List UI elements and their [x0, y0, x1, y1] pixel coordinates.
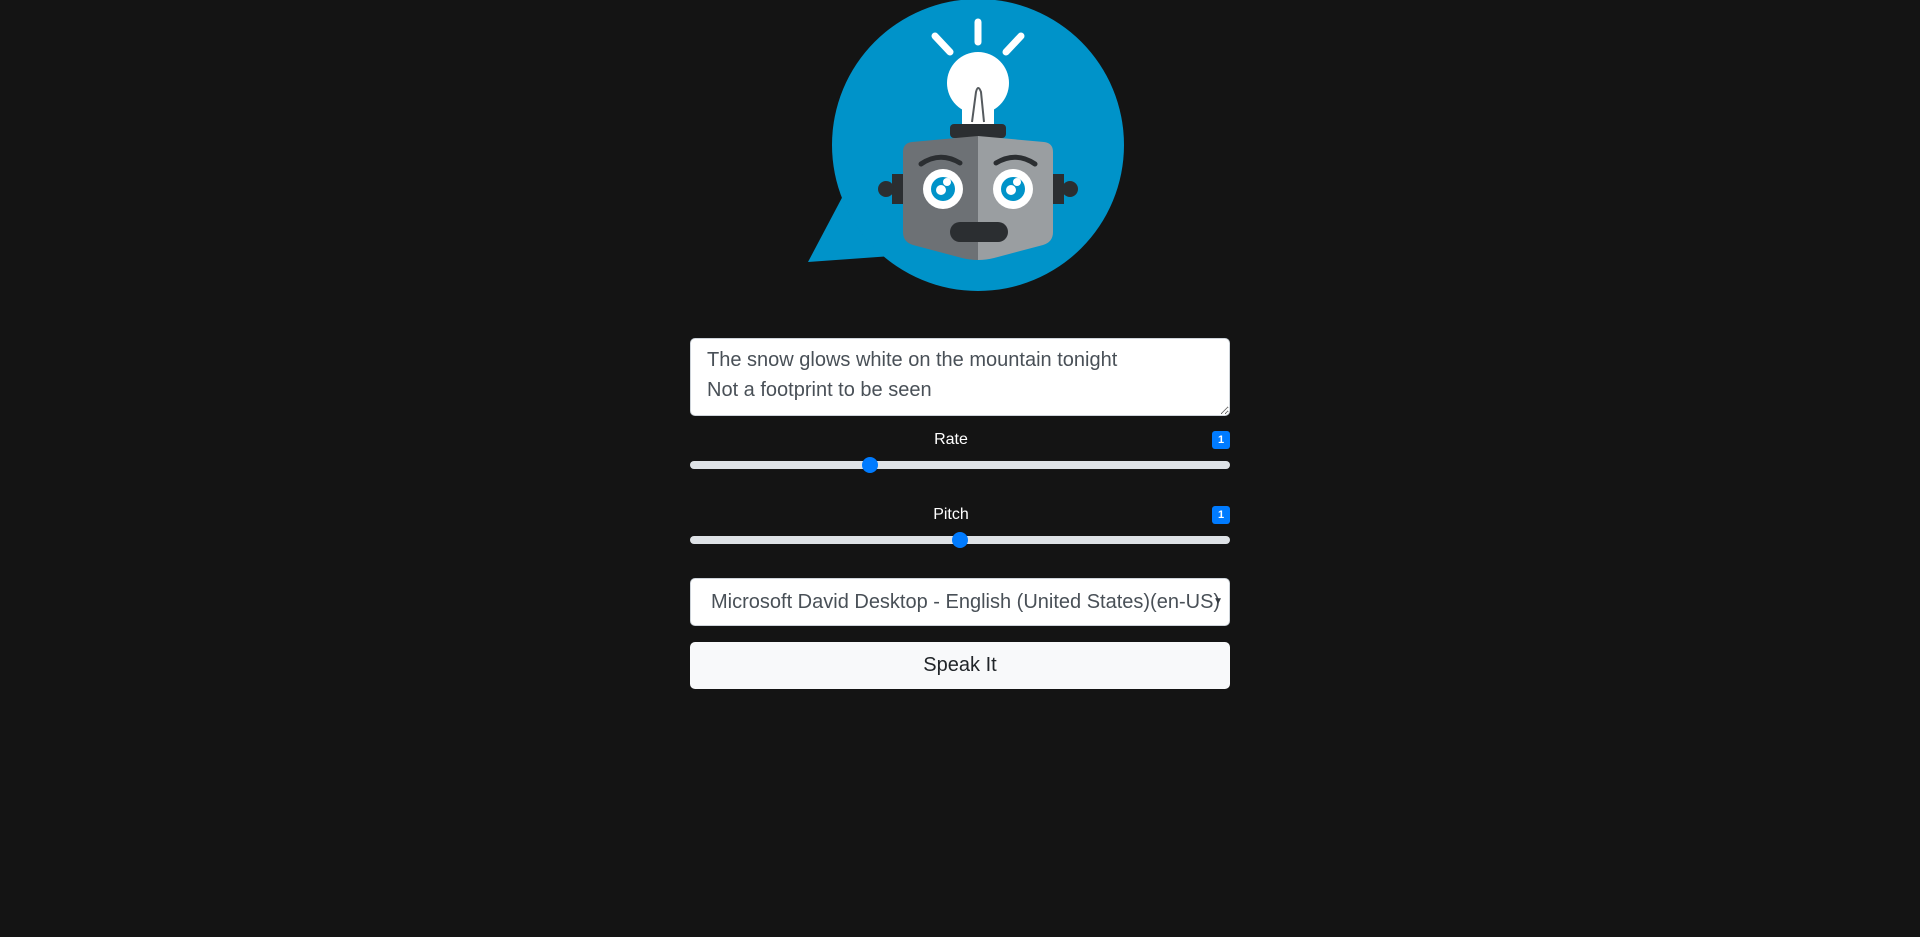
pitch-label: Pitch	[933, 506, 969, 523]
pitch-control: Pitch 1	[690, 506, 1230, 548]
robot-logo-icon	[808, 0, 1124, 291]
text-to-speak-input[interactable]: The snow glows white on the mountain ton…	[690, 338, 1230, 416]
speak-button[interactable]: Speak It	[690, 642, 1230, 689]
rate-control: Rate 1	[690, 431, 1230, 473]
rate-value-badge: 1	[1212, 431, 1230, 449]
rate-slider[interactable]	[690, 457, 1230, 473]
voice-select[interactable]: Microsoft David Desktop - English (Unite…	[690, 578, 1230, 626]
rate-label: Rate	[934, 431, 968, 448]
voice-select-value: Microsoft David Desktop - English (Unite…	[711, 591, 1221, 613]
speech-form: The snow glows white on the mountain ton…	[690, 338, 1230, 689]
pitch-value-badge: 1	[1212, 506, 1230, 524]
app-logo	[790, 0, 1130, 300]
rate-slider-thumb[interactable]	[862, 457, 878, 473]
pitch-slider-thumb[interactable]	[952, 532, 968, 548]
pitch-slider[interactable]	[690, 532, 1230, 548]
chevron-down-icon: ▼	[1213, 596, 1223, 607]
